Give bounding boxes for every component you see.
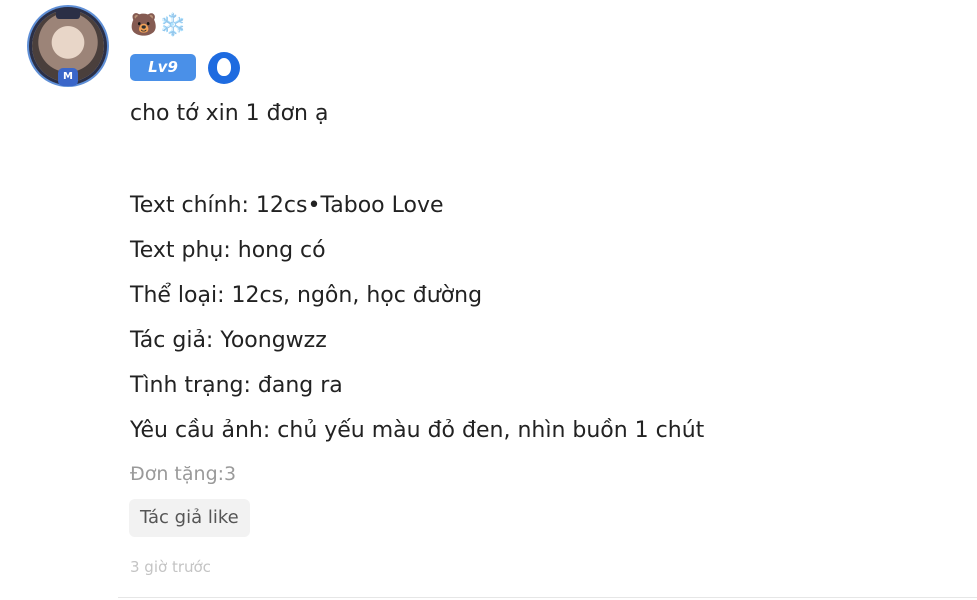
rank-shield-icon <box>208 52 240 84</box>
comment-line: Tình trạng: đang ra <box>130 373 343 398</box>
comment-line: Text chính: 12cs•Taboo Love <box>130 193 444 218</box>
comment-line: Tác giả: Yoongwzz <box>130 328 327 353</box>
comment-line: Yêu cầu ảnh: chủ yếu màu đỏ đen, nhìn bu… <box>130 418 705 443</box>
comment-line: Thể loại: 12cs, ngôn, học đường <box>130 283 483 308</box>
gift-count: Đơn tặng:3 <box>130 463 237 485</box>
avatar-frame-icon <box>56 9 80 19</box>
level-badge: Lv9 <box>130 54 196 81</box>
comment-timestamp: 3 giờ trước <box>130 558 211 576</box>
avatar-badge: M <box>58 68 78 86</box>
divider <box>118 597 977 598</box>
comment-request: cho tớ xin 1 đơn ạ <box>130 101 329 126</box>
comment-line: Text phụ: hong có <box>130 238 326 263</box>
username-emojis[interactable]: 🐻❄️ <box>130 10 189 42</box>
author-like-tag: Tác giả like <box>129 499 250 537</box>
